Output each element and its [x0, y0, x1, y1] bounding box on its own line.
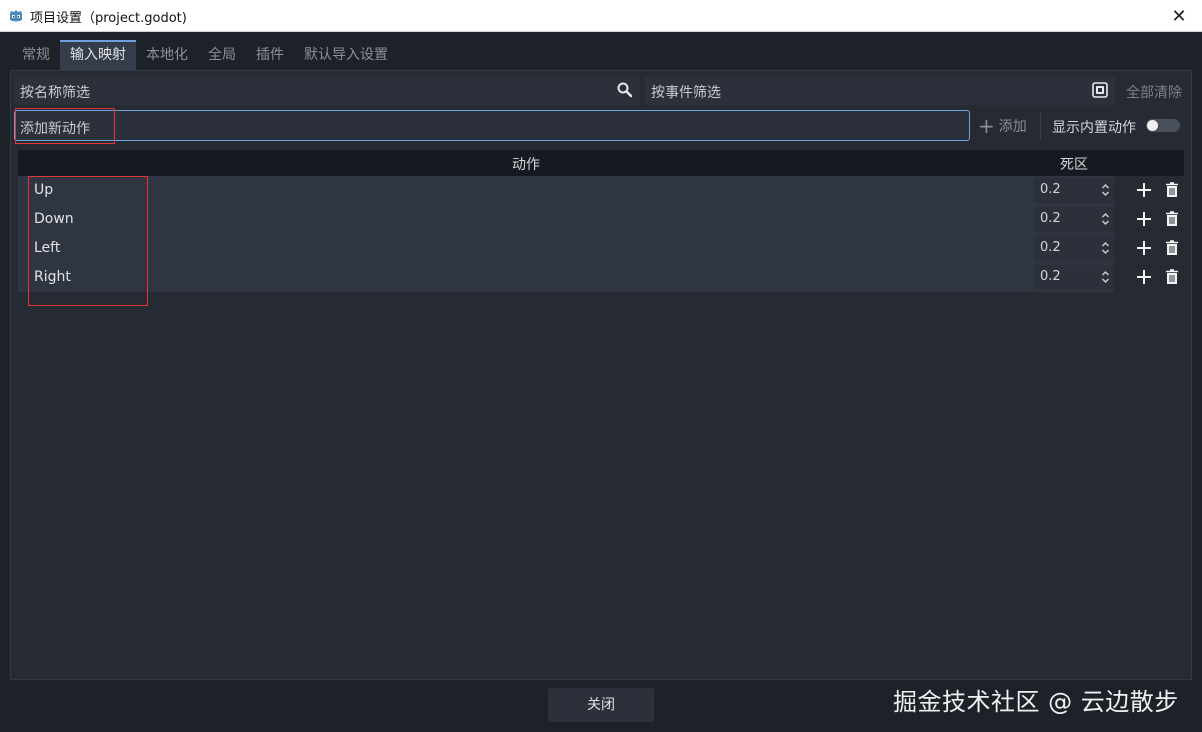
spin-arrows-icon[interactable]: [1101, 270, 1110, 284]
deadzone-spinbox[interactable]: 0.2: [1034, 236, 1114, 261]
actions-table-header: 动作 死区: [18, 150, 1184, 176]
show-builtin-actions-label: 显示内置动作: [1052, 120, 1136, 136]
add-event-icon[interactable]: [1136, 182, 1152, 198]
clear-all-button[interactable]: 全部清除: [1126, 82, 1182, 102]
tab-general[interactable]: 常规: [12, 40, 60, 70]
trash-icon[interactable]: [1164, 269, 1180, 285]
actions-table-body: Up 0.2 Down 0.2 Left 0.2 Right 0.2: [18, 176, 1178, 292]
action-name: Up: [34, 182, 54, 198]
tab-globals[interactable]: 全局: [198, 40, 246, 70]
tab-localization[interactable]: 本地化: [136, 40, 198, 70]
add-new-action-placeholder: 添加新动作: [20, 121, 90, 137]
trash-icon[interactable]: [1164, 182, 1180, 198]
action-name: Left: [34, 240, 61, 256]
deadzone-spinbox[interactable]: 0.2: [1034, 265, 1114, 290]
window-titlebar: 项目设置（project.godot) ✕: [0, 0, 1202, 32]
settings-tabs: 常规 输入映射 本地化 全局 插件 默认导入设置: [12, 40, 398, 70]
tab-import-defaults[interactable]: 默认导入设置: [294, 40, 398, 70]
column-header-action: 动作: [512, 157, 540, 173]
filter-by-name-input[interactable]: 按名称筛选: [14, 75, 640, 105]
deadzone-spinbox[interactable]: 0.2: [1034, 178, 1114, 203]
action-name: Right: [34, 269, 71, 285]
add-action-button[interactable]: + 添加: [978, 114, 1027, 138]
show-builtin-actions-toggle[interactable]: [1146, 119, 1180, 132]
spin-arrows-icon[interactable]: [1101, 212, 1110, 226]
table-row[interactable]: Up 0.2: [18, 176, 1184, 205]
deadzone-value: 0.2: [1040, 182, 1061, 197]
close-button[interactable]: 关闭: [548, 688, 654, 722]
keyboard-listen-icon[interactable]: [1091, 81, 1109, 99]
watermark-text: 掘金技术社区 @ 云边散步: [893, 688, 1179, 716]
add-event-icon[interactable]: [1136, 211, 1152, 227]
deadzone-spinbox[interactable]: 0.2: [1034, 207, 1114, 232]
filter-by-name-placeholder: 按名称筛选: [20, 85, 90, 101]
trash-icon[interactable]: [1164, 240, 1180, 256]
godot-logo-icon: [10, 10, 22, 22]
table-row[interactable]: Down 0.2: [18, 205, 1184, 234]
add-event-icon[interactable]: [1136, 240, 1152, 256]
deadzone-value: 0.2: [1040, 211, 1061, 226]
add-action-label: 添加: [998, 119, 1027, 135]
spin-arrows-icon[interactable]: [1101, 183, 1110, 197]
toggle-knob: [1147, 120, 1158, 131]
search-icon: [617, 82, 633, 98]
table-row[interactable]: Left 0.2: [18, 234, 1184, 263]
filter-by-event-input[interactable]: 按事件筛选: [645, 75, 1115, 105]
tab-input-map[interactable]: 输入映射: [60, 40, 136, 70]
plus-icon: +: [978, 114, 995, 138]
action-name: Down: [34, 211, 74, 227]
column-header-deadzone: 死区: [1060, 157, 1088, 173]
deadzone-value: 0.2: [1040, 240, 1061, 255]
window-close-button[interactable]: ✕: [1156, 0, 1202, 32]
spin-arrows-icon[interactable]: [1101, 241, 1110, 255]
deadzone-value: 0.2: [1040, 269, 1061, 284]
tab-plugins[interactable]: 插件: [246, 40, 294, 70]
toolbar-divider: [1040, 112, 1041, 140]
trash-icon[interactable]: [1164, 211, 1180, 227]
window-title: 项目设置（project.godot): [30, 11, 187, 26]
filter-by-event-placeholder: 按事件筛选: [651, 85, 721, 101]
close-icon: ✕: [1171, 5, 1187, 27]
add-new-action-input[interactable]: 添加新动作: [14, 110, 970, 141]
table-row[interactable]: Right 0.2: [18, 263, 1184, 292]
add-event-icon[interactable]: [1136, 269, 1152, 285]
